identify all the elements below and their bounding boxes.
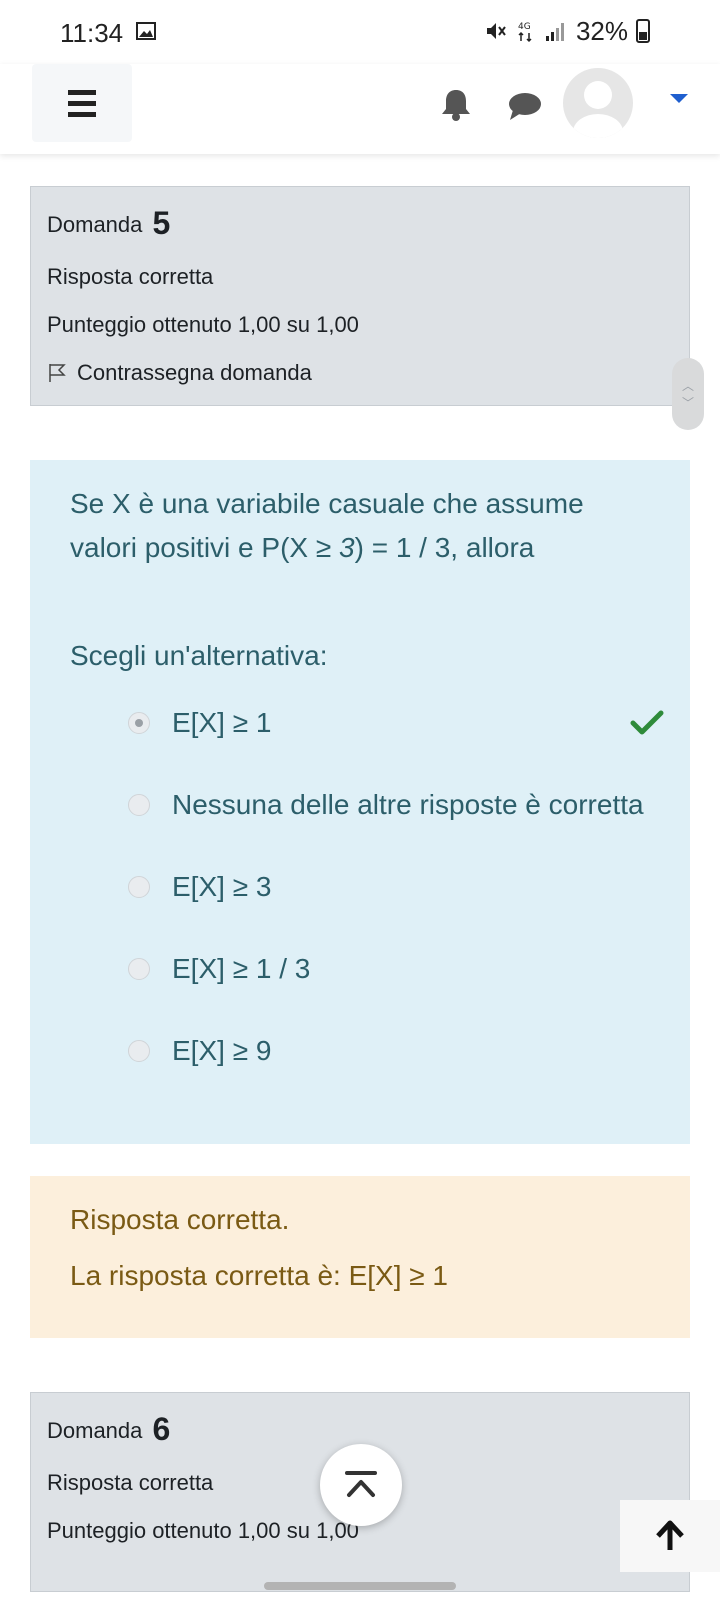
question-text: Se X è una variabile casuale che assume … <box>70 482 650 570</box>
top-navbar <box>0 64 720 154</box>
radio-button[interactable] <box>128 1040 150 1062</box>
chevron-up-icon: ︿ <box>681 379 694 393</box>
answer-option[interactable]: E[X] ≥ 9 <box>70 1010 650 1092</box>
scroll-to-top-fab[interactable] <box>320 1444 402 1526</box>
battery-text: 32% <box>575 15 628 46</box>
answer-option[interactable]: E[X] ≥ 1 <box>70 682 664 764</box>
question-text-line1: Se X è una variabile casuale che assume <box>70 488 584 519</box>
back-to-top-button[interactable] <box>620 1500 720 1572</box>
battery-icon <box>636 19 650 43</box>
scrollbar-thumb[interactable]: ︿ ﹀ <box>672 358 704 430</box>
hamburger-icon <box>68 87 96 120</box>
arrow-up-icon <box>656 1520 684 1550</box>
chat-icon[interactable] <box>505 86 545 126</box>
svg-text:4G: 4G <box>518 22 531 32</box>
question-info-card: Domanda 5 Risposta corretta Punteggio ot… <box>30 186 690 406</box>
answer-option-label: E[X] ≥ 1 <box>172 707 272 738</box>
radio-button[interactable] <box>128 794 150 816</box>
question-state: Risposta corretta <box>47 264 214 289</box>
network-4g-icon: 4G <box>518 22 532 43</box>
chevron-up-to-top-icon <box>345 1471 377 1497</box>
status-indicators: 4G 32% <box>484 16 650 46</box>
gesture-bar[interactable] <box>264 1582 456 1590</box>
answer-option[interactable]: E[X] ≥ 3 <box>70 846 650 928</box>
question-text-line2-start: valori positivi e P(X ≥ <box>70 532 340 563</box>
gallery-icon <box>136 22 156 40</box>
radio-button-selected[interactable] <box>128 712 150 734</box>
flag-question-label: Contrassegna domanda <box>77 360 312 385</box>
bell-icon[interactable] <box>436 84 476 124</box>
answer-option-label: E[X] ≥ 9 <box>172 1035 272 1066</box>
answer-option[interactable]: E[X] ≥ 1 / 3 <box>70 928 650 1010</box>
answer-prompt: Scegli un'alternativa: <box>70 640 328 671</box>
correct-answer-text: La risposta corretta è: E[X] ≥ 1 <box>70 1260 448 1291</box>
mute-icon <box>486 23 506 39</box>
question-grade: Punteggio ottenuto 1,00 su 1,00 <box>47 312 359 337</box>
question-content: Se X è una variabile casuale che assume … <box>30 460 690 1144</box>
flag-icon <box>49 364 66 382</box>
answer-option-label: E[X] ≥ 1 / 3 <box>172 953 311 984</box>
status-bar: 11:34 4G 32% <box>0 0 720 64</box>
question-number-value: 6 <box>152 1411 171 1447</box>
question-number: Domanda 5 <box>47 205 673 242</box>
question-text-line2-end: ) = 1 / 3, allora <box>354 532 535 563</box>
answer-option[interactable]: Nessuna delle altre risposte è corretta <box>70 764 650 846</box>
question-number: Domanda 6 <box>47 1411 673 1448</box>
user-icon <box>573 81 623 138</box>
avatar[interactable] <box>563 68 633 138</box>
question-text-line2: valori positivi e P(X ≥ 3) = 1 / 3, allo… <box>70 526 650 570</box>
question-label: Domanda <box>47 212 143 237</box>
signal-icon <box>545 23 564 41</box>
answer-options: E[X] ≥ 1 Nessuna delle altre risposte è … <box>70 682 664 1092</box>
answer-option-label: Nessuna delle altre risposte è corretta <box>172 789 644 820</box>
radio-button[interactable] <box>128 876 150 898</box>
question-label: Domanda <box>47 1418 143 1443</box>
feedback-result: Risposta corretta. <box>70 1204 290 1235</box>
check-icon <box>630 710 664 735</box>
flag-question-link[interactable]: Contrassegna domanda <box>47 360 673 386</box>
chevron-down-icon: ﹀ <box>681 396 694 410</box>
status-time: 11:34 <box>60 18 124 48</box>
question-text-line2-italic: 3 <box>339 532 355 563</box>
menu-button[interactable] <box>32 64 132 142</box>
chevron-down-icon[interactable] <box>670 94 688 103</box>
answer-option-label: E[X] ≥ 3 <box>172 871 272 902</box>
radio-button[interactable] <box>128 958 150 980</box>
question-number-value: 5 <box>152 205 171 241</box>
feedback-box: Risposta corretta. La risposta corretta … <box>30 1176 690 1338</box>
